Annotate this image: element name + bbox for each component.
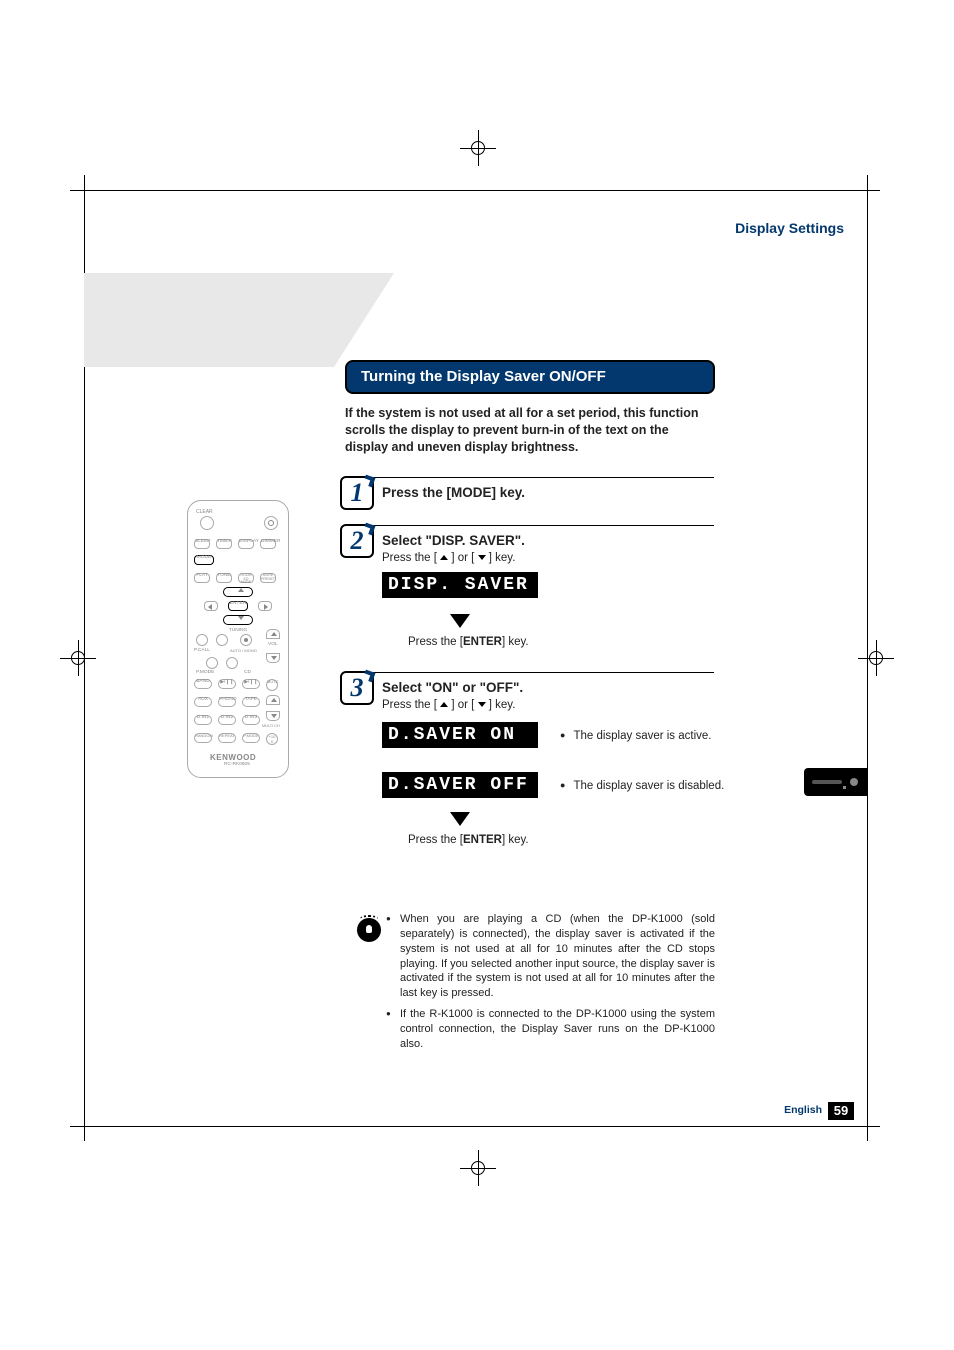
roomeq-button: ROOM EQ MODE [238, 573, 254, 583]
cd-label: CD [244, 671, 251, 676]
step-number-1: 1 [340, 476, 374, 510]
phono-button: PHONO [218, 697, 236, 707]
step-3-enter: Press the [ENTER] key. [408, 834, 529, 846]
up-key-icon [238, 588, 244, 592]
footer-page-number: 59 [828, 1102, 854, 1120]
repeat-button: REPEAT [218, 733, 236, 743]
play-pause-2-button: ▶/❙❙ [242, 679, 260, 689]
section-header: Display Settings [735, 220, 844, 236]
din3-button: D.IN3 [242, 715, 260, 725]
sleep-button: SLEEP [194, 539, 210, 549]
pcall-label: P.CALL [194, 649, 210, 654]
note-on: The display saver is active. [560, 730, 712, 742]
pcall-down-button [206, 657, 218, 669]
lightbulb-icon [357, 918, 381, 942]
dot-button [240, 634, 252, 646]
random-button: RANDOM [194, 733, 212, 743]
timer-button: TIMER [216, 539, 232, 549]
clear-button [200, 516, 214, 530]
tune-up-button [216, 634, 228, 646]
eject-up-button [266, 695, 280, 705]
up-arrow-icon [440, 555, 448, 560]
up-arrow-icon [440, 702, 448, 707]
play-pause-1-button: ▶/❙❙ [218, 679, 236, 689]
decorative-wedge [84, 273, 334, 367]
right-key [258, 601, 272, 611]
model-number: RC-RK0605 [224, 763, 250, 768]
vol-up-button [266, 629, 280, 639]
remote-control-diagram: CLEAR SLEEP TIMER DISPLAY DIMMER MODE FL… [187, 500, 289, 778]
aux-button: AUX [194, 697, 212, 707]
tuning-label: TUNING [223, 629, 253, 634]
step-2-enter: Press the [ENTER] key. [408, 636, 529, 648]
section-title: Turning the Display Saver ON/OFF [361, 368, 606, 385]
vol-down-button [266, 653, 280, 663]
tip-item: When you are playing a CD (when the DP-K… [390, 912, 715, 1001]
step-3-instruction: Press the [ ] or [ ] key. [382, 699, 515, 711]
brand-logo: KENWOOD [210, 753, 256, 762]
tune-down-button [196, 634, 208, 646]
down-arrow-icon [478, 555, 486, 560]
step-divider [350, 672, 714, 673]
mode-button-highlighted: MODE [194, 555, 214, 565]
pmode-label: P.MODE [196, 671, 214, 676]
nav-cluster: ENTER [218, 587, 258, 627]
step-2-title: Select "DISP. SAVER". [382, 533, 525, 548]
clear-label: CLEAR [196, 509, 213, 515]
receiver-icon [804, 768, 868, 796]
intro-text: If the system is not used at all for a s… [345, 405, 713, 456]
down-key-icon [238, 616, 244, 620]
tips-list: When you are playing a CD (when the DP-K… [390, 912, 715, 1058]
footer-language: English [784, 1104, 822, 1116]
tip-item: If the R-K1000 is connected to the DP-K1… [390, 1007, 715, 1052]
down-arrow-icon [450, 614, 470, 628]
step-2-instruction: Press the [ ] or [ ] key. [382, 552, 515, 564]
plus10-button: +10 0 [266, 733, 278, 745]
dimmer-button: DIMMER [260, 539, 276, 549]
automono-label: AUTO / MONO [230, 649, 257, 653]
step-number-2: 2 [340, 524, 374, 558]
step-divider [350, 477, 714, 478]
step-3-title: Select "ON" or "OFF". [382, 680, 523, 695]
display-button: DISPLAY [238, 539, 254, 549]
step-number-3: 3 [340, 671, 374, 705]
preset-button: AS/RE PRESET [260, 573, 276, 583]
pmode2-button: P.MODE [242, 733, 260, 743]
crop-mark [70, 1126, 880, 1127]
note-off: The display saver is disabled. [560, 780, 724, 792]
section-title-bar: Turning the Display Saver ON/OFF [345, 360, 715, 394]
lcd-display-disp-saver: DISP. SAVER [382, 572, 538, 598]
registration-mark-right [858, 640, 894, 676]
manual-page: Display Settings Turning the Display Sav… [0, 0, 954, 1350]
tone-button: TONE [216, 573, 232, 583]
pcall-up-button [226, 657, 238, 669]
crop-mark [70, 190, 880, 191]
flat-button: FLAT [194, 573, 210, 583]
eject-down-button [266, 711, 280, 721]
multich-label: MULTI CH [262, 725, 280, 729]
band-button: BAND [194, 679, 212, 689]
registration-mark-top [460, 130, 496, 166]
down-arrow-icon [450, 812, 470, 826]
vol-label: VOL [268, 643, 278, 648]
lcd-display-on: D.SAVER ON [382, 722, 538, 748]
down-arrow-icon [478, 702, 486, 707]
registration-mark-bottom [460, 1150, 496, 1186]
din2-button: D.IN2 [218, 715, 236, 725]
enter-key-highlighted: ENTER [228, 601, 248, 611]
step-1-title: Press the [MODE] key. [382, 485, 525, 500]
tape-button: TAPE [242, 697, 260, 707]
left-key [204, 601, 218, 611]
power-button [264, 516, 278, 530]
lcd-display-off: D.SAVER OFF [382, 772, 538, 798]
din1-button: D.IN1 [194, 715, 212, 725]
registration-mark-left [60, 640, 96, 676]
step-divider [350, 525, 714, 526]
mute-button: MUTE [266, 679, 278, 691]
